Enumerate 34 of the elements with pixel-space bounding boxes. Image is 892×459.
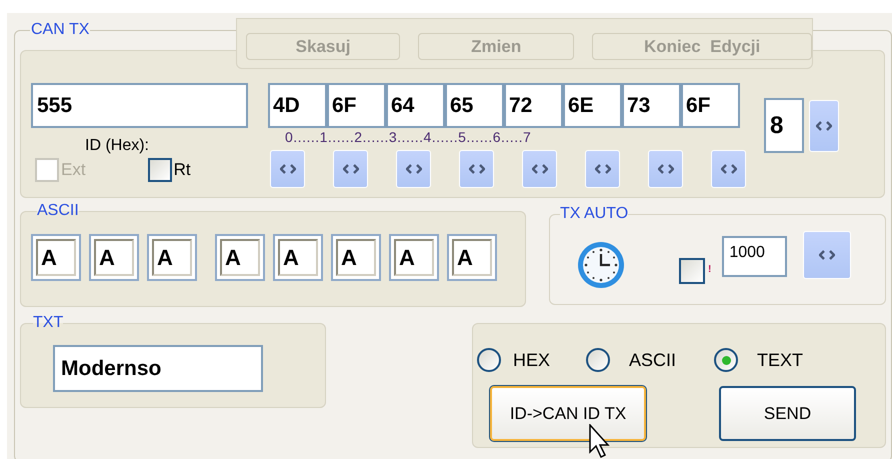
action-button[interactable]: SEND	[719, 386, 856, 441]
byte-field[interactable]: 72	[504, 83, 563, 128]
checkbox-label: Rt	[174, 160, 191, 180]
checkbox-label: Ext	[61, 160, 86, 180]
group-title: TXT	[33, 315, 64, 331]
interval-field[interactable]: 1000	[722, 236, 788, 277]
id-label: ID (Hex):	[85, 137, 149, 155]
byte-field[interactable]: 64	[386, 83, 445, 128]
char-field[interactable]: A	[389, 234, 439, 281]
group-title: ASCII	[37, 203, 79, 219]
action-button[interactable]: ID->CAN ID TX	[490, 386, 646, 441]
byte-field[interactable]: 73	[622, 83, 681, 128]
char-field[interactable]: A	[31, 234, 81, 281]
id-field[interactable]: 555	[31, 83, 248, 128]
warning-mark: !	[708, 264, 712, 276]
radio-option[interactable]: ASCII	[586, 346, 676, 374]
char-field[interactable]: A	[273, 234, 323, 281]
text-field[interactable]: Modernso	[53, 345, 263, 392]
radio-option[interactable]: HEX	[477, 346, 550, 374]
dlc-field[interactable]: 8	[764, 98, 804, 153]
char-field[interactable]: A	[215, 234, 265, 281]
char-field[interactable]: A	[447, 234, 497, 281]
byte-field[interactable]: 4D	[268, 83, 327, 128]
byte-field[interactable]: 6F	[327, 83, 386, 128]
group-title: TX AUTO	[560, 206, 628, 222]
byte-field[interactable]: 6E	[563, 83, 622, 128]
byte-field[interactable]: 6F	[681, 83, 740, 128]
group-title: CAN TX	[30, 22, 90, 38]
byte-index-label: 0......1......2......3......4......5......6.....7	[285, 129, 532, 145]
byte-field[interactable]: 65	[445, 83, 504, 128]
char-field[interactable]: A	[147, 234, 197, 281]
char-field[interactable]: A	[331, 234, 381, 281]
char-field[interactable]: A	[89, 234, 139, 281]
radio-option[interactable]: TEXT	[714, 346, 804, 374]
